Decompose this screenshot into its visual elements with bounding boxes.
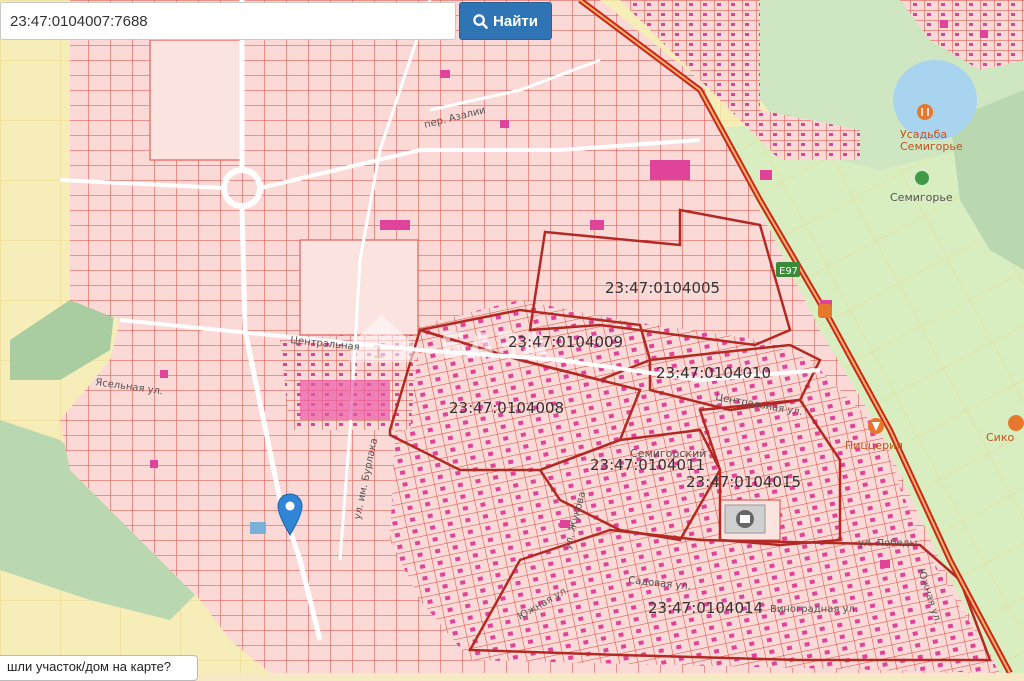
svg-text:1: 1 xyxy=(372,342,385,363)
cadastral-map[interactable]: 1 БАЗА E97 23:47:0104005 23:47:0104009 2… xyxy=(0,0,1024,673)
building-icon xyxy=(736,510,754,528)
poi-label[interactable]: Сико xyxy=(986,431,1014,444)
cadastral-label[interactable]: 23:47:0104015 xyxy=(686,473,801,491)
help-link[interactable]: шли участок/дом на карте? xyxy=(0,655,198,681)
place-label: Семигорье xyxy=(890,191,953,204)
search-button-label: Найти xyxy=(493,12,538,30)
search-input[interactable] xyxy=(0,2,456,40)
street-label: ул. Победы xyxy=(858,538,917,549)
empty-block xyxy=(149,39,241,161)
search-icon xyxy=(473,13,488,29)
restaurant-icon[interactable] xyxy=(1008,415,1024,431)
cadastral-label[interactable]: 23:47:0104009 xyxy=(508,333,623,351)
place-label: Семигорский xyxy=(630,447,706,460)
restaurant-icon[interactable] xyxy=(915,171,929,185)
cadastral-label[interactable]: 23:47:0104010 xyxy=(656,364,771,382)
house-icon xyxy=(250,522,266,534)
poi-restaurant-marker[interactable] xyxy=(818,304,832,318)
pizza-icon[interactable] xyxy=(868,418,884,434)
cadastral-label[interactable]: 23:47:0104005 xyxy=(605,279,720,297)
cadastral-label[interactable]: 23:47:0104014 xyxy=(648,599,763,617)
restaurant-icon[interactable] xyxy=(917,104,933,120)
cadastral-label[interactable]: 23:47:0104008 xyxy=(449,399,564,417)
street-label: Виноградная ул. xyxy=(770,604,858,615)
poi-label[interactable]: Пиццерия xyxy=(845,439,903,452)
search-button[interactable]: Найти xyxy=(459,2,552,40)
road-badge-label: E97 xyxy=(779,266,798,277)
